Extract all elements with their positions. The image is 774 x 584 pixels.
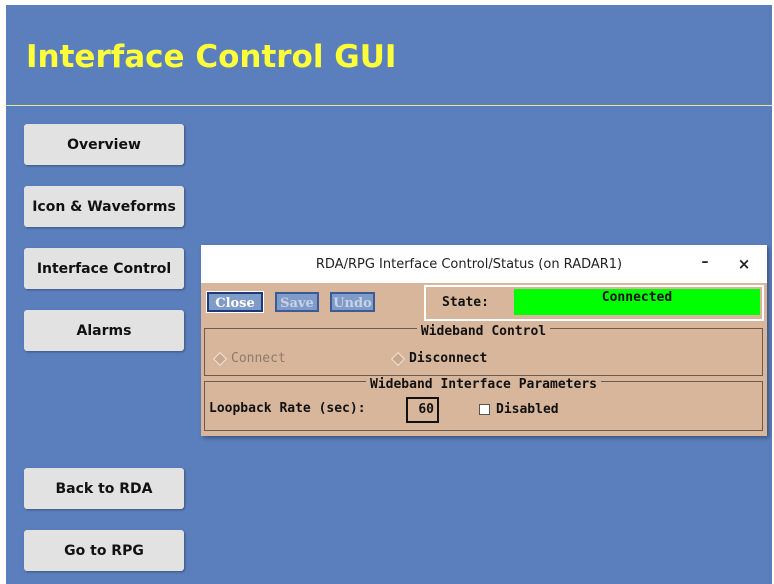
wideband-control-title: Wideband Control [416,324,551,339]
loopback-rate-label: Loopback Rate (sec): [209,401,366,416]
interface-control-dialog: RDA/RPG Interface Control/Status (on RAD… [201,245,767,436]
interface-control-button[interactable]: Interface Control [24,248,184,289]
close-button[interactable]: Close [206,291,264,313]
page-title: Interface Control GUI [26,39,397,75]
window-close-icon[interactable]: × [736,255,752,273]
minimize-icon[interactable]: – [697,254,713,272]
loopback-rate-input[interactable]: 60 [406,397,439,423]
icon-waveforms-button[interactable]: Icon & Waveforms [24,186,184,227]
checkbox-icon [479,404,490,415]
disabled-checkbox[interactable]: Disabled [479,402,559,417]
save-button[interactable]: Save [275,292,319,312]
disabled-label: Disabled [496,402,559,417]
state-panel: State: Connected [424,285,764,321]
disconnect-label: Disconnect [409,351,488,366]
wideband-params-group: Wideband Interface Parameters Loopback R… [204,377,763,431]
go-to-rpg-button[interactable]: Go to RPG [24,530,184,571]
state-label: State: [442,295,489,310]
overview-button[interactable]: Overview [24,124,184,165]
connect-radio[interactable]: Connect [209,351,286,366]
alarms-button[interactable]: Alarms [24,310,184,351]
dialog-titlebar[interactable]: RDA/RPG Interface Control/Status (on RAD… [201,245,767,283]
connect-label: Connect [231,351,286,366]
radio-diamond-icon [212,351,228,366]
title-divider [6,105,772,106]
undo-button[interactable]: Undo [330,292,375,312]
back-to-rda-button[interactable]: Back to RDA [24,468,184,509]
dialog-title: RDA/RPG Interface Control/Status (on RAD… [315,257,623,272]
state-value: Connected [514,289,760,315]
disconnect-radio[interactable]: Disconnect [387,351,487,366]
radio-diamond-icon [390,351,406,366]
wideband-control-group: Wideband Control Connect Disconnect [204,324,763,376]
wideband-params-title: Wideband Interface Parameters [366,377,601,392]
